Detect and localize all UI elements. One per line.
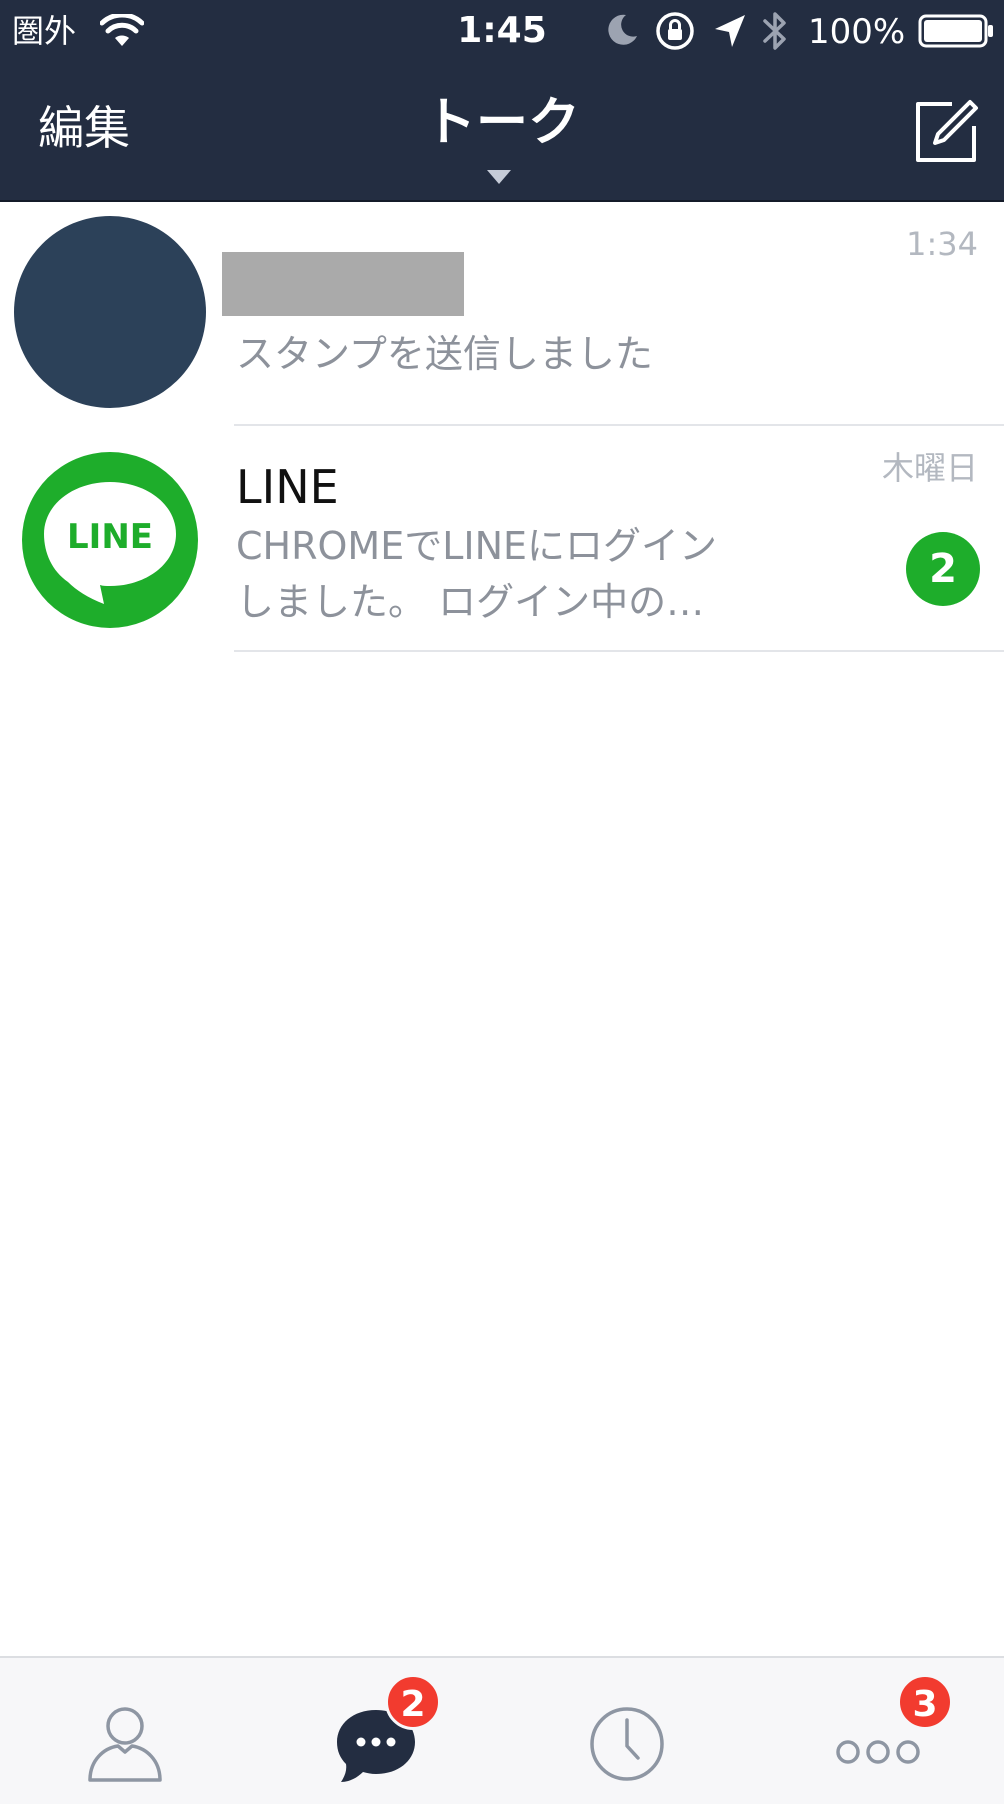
clock-icon (590, 1707, 664, 1781)
moon-icon (608, 14, 637, 45)
line-logo-text: LINE (67, 517, 153, 557)
line-talk-screen: 圏外 1:45 100% 編集 トーク 1:34 スタンプを送信しました LIN… (0, 0, 1004, 1804)
nav-bar: 編集 トーク (0, 62, 1004, 202)
chat-preview-line-1: CHROMEでLINEにログイン (236, 524, 718, 568)
status-bar: 圏外 1:45 100% (0, 0, 1004, 62)
unread-count-badge: 2 (906, 532, 980, 606)
line-logo-icon: LINE (22, 452, 198, 628)
chat-name: LINE (236, 460, 339, 514)
tab-friends[interactable] (0, 1658, 251, 1804)
redacted-chat-name (222, 252, 464, 316)
chat-row[interactable]: LINE LINE 木曜日 CHROMEでLINEにログイン しました。 ログイ… (0, 426, 1004, 652)
avatar (14, 216, 206, 408)
tab-bar: 2 3 (0, 1656, 1004, 1804)
chevron-down-icon[interactable] (487, 170, 511, 184)
battery-percent: 100% (808, 12, 906, 52)
tab-more[interactable]: 3 (753, 1658, 1004, 1804)
page-title[interactable]: トーク (0, 90, 1004, 156)
chat-list: 1:34 スタンプを送信しました LINE LINE 木曜日 CHROMEでLI… (0, 202, 1004, 652)
tab-talk[interactable]: 2 (251, 1658, 502, 1804)
tab-badge: 3 (897, 1674, 953, 1730)
chat-row[interactable]: 1:34 スタンプを送信しました (0, 202, 1004, 426)
bluetooth-icon (763, 12, 786, 50)
tab-badge: 2 (385, 1674, 441, 1730)
rotation-lock-icon (656, 12, 694, 50)
location-arrow-icon (715, 15, 745, 47)
chat-preview: スタンプを送信しました (236, 332, 653, 376)
divider (234, 650, 1004, 652)
person-icon (88, 1707, 162, 1782)
chat-timestamp: 木曜日 (881, 449, 978, 487)
chat-timestamp: 1:34 (906, 225, 978, 263)
battery-icon (918, 14, 993, 48)
compose-icon[interactable] (912, 98, 980, 166)
chat-preview-line-2: しました。 ログイン中の… (236, 580, 705, 624)
tab-timeline[interactable] (502, 1658, 753, 1804)
